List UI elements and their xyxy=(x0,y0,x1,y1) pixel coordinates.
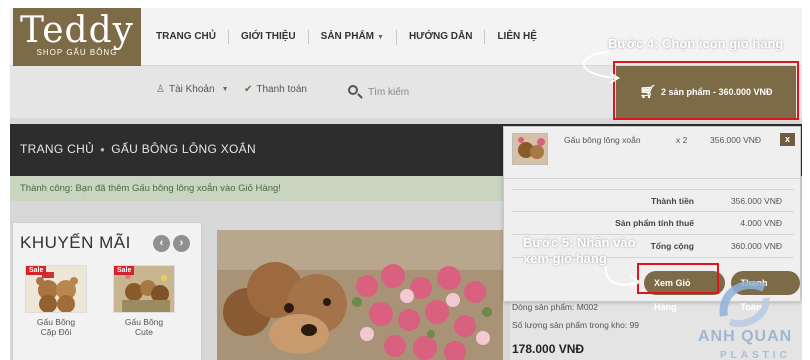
bullet-icon: ● xyxy=(100,144,106,154)
chevron-right-icon[interactable]: › xyxy=(173,235,190,252)
nav-home[interactable]: TRANG CHỦ xyxy=(144,30,229,44)
cart-item-name[interactable]: Gấu bông lông xoắn xyxy=(564,135,641,145)
annotation-step-4: Bước 4: Chọn icon giỏ hàng xyxy=(608,36,784,51)
breadcrumb-current: GẤU BÔNG LÔNG XOẮN xyxy=(111,142,256,156)
chevron-down-icon: ▼ xyxy=(221,86,229,93)
highlight-box-cart xyxy=(613,61,799,120)
main-nav: TRANG CHỦ GIỚI THIỆU SẢN PHẨM ▼ HƯỚNG DẪN… xyxy=(144,8,549,66)
close-icon[interactable]: x xyxy=(780,133,795,146)
nav-guide[interactable]: HƯỚNG DẪN xyxy=(397,30,486,44)
account-label: Tài Khoản xyxy=(168,84,215,95)
totals-label: Tổng cộng xyxy=(650,241,694,251)
account-link[interactable]: ♙ Tài Khoản ▼ xyxy=(156,84,229,95)
annotation-arrow-icon xyxy=(582,51,620,84)
cart-item-qty: x 2 xyxy=(676,135,688,145)
totals-row: Thành tiền 356.000 VNĐ xyxy=(512,189,794,212)
logo-word: Teddy xyxy=(20,10,134,51)
product-line: Dòng sản phẩm: M002 xyxy=(512,302,598,312)
totals-value: 4.000 VNĐ xyxy=(740,218,782,228)
search-box xyxy=(346,78,586,106)
checkout-link[interactable]: ✔ Thanh toán xyxy=(244,84,307,95)
teddy-with-roses-image xyxy=(217,230,503,360)
watermark-sub: PLASTIC xyxy=(720,350,791,360)
totals-value: 360.000 VNĐ xyxy=(730,241,782,251)
promo-item-image[interactable]: Sale xyxy=(113,265,175,313)
nav-guide-label: HƯỚNG DẪN xyxy=(408,31,473,42)
promo-arrows: ‹ › xyxy=(153,235,190,252)
cart-line-item: Gấu bông lông xoắn x 2 356.000 VNĐ x xyxy=(504,127,800,179)
teddy-thumbnail-image xyxy=(513,134,547,164)
promo-title: KHUYẾN MÃI xyxy=(20,233,131,252)
nav-home-label: TRANG CHỦ xyxy=(156,31,216,42)
breadcrumb-home[interactable]: TRANG CHỦ xyxy=(20,142,94,156)
totals-label: Thành tiền xyxy=(651,196,694,206)
annotation-arrow-icon xyxy=(604,265,641,288)
promo-item[interactable]: Sale Gấu Bông Cute xyxy=(113,265,175,355)
promo-item-image[interactable]: Sale xyxy=(25,265,87,313)
cart-item-price: 356.000 VNĐ xyxy=(710,135,762,145)
check-icon: ✔ xyxy=(244,84,253,95)
breadcrumb: TRANG CHỦ ● GẤU BÔNG LÔNG XOẮN xyxy=(20,142,256,156)
user-icon: ♙ xyxy=(156,84,165,95)
sale-badge: Sale xyxy=(26,266,47,275)
product-price: 178.000 VNĐ xyxy=(512,342,585,356)
product-stock: Số lượng sản phẩm trong kho: 99 xyxy=(512,320,640,330)
totals-label: Sản phẩm tính thuế xyxy=(615,218,694,228)
chevron-down-icon: ▼ xyxy=(377,33,384,41)
search-icon[interactable] xyxy=(346,83,364,101)
chevron-left-icon[interactable]: ‹ xyxy=(153,235,170,252)
watermark-name: ANH QUAN xyxy=(698,328,793,345)
totals-row: Sản phẩm tính thuế 4.000 VNĐ xyxy=(512,212,794,235)
promo-item[interactable]: Sale Gấu Bông Cặp Đôi xyxy=(25,265,87,355)
watermark: ANH QUAN PLASTIC xyxy=(690,274,802,360)
checkout-label: Thanh toán xyxy=(256,84,307,95)
nav-products[interactable]: SẢN PHẨM ▼ xyxy=(309,29,397,45)
nav-products-label: SẢN PHẨM xyxy=(320,30,374,42)
promo-item-name: Gấu Bông Cặp Đôi xyxy=(36,317,76,337)
nav-about[interactable]: GIỚI THIỆU xyxy=(229,30,309,44)
site-logo[interactable]: Teddy SHOP GẤU BÔNG xyxy=(13,8,141,66)
promo-panel: KHUYẾN MÃI ‹ › Sale Gấu Bông Cặp Đôi Sal… xyxy=(12,222,202,360)
nav-contact[interactable]: LIÊN HỆ xyxy=(485,30,548,44)
nav-contact-label: LIÊN HỆ xyxy=(497,31,537,42)
search-input[interactable] xyxy=(368,82,568,102)
sale-badge: Sale xyxy=(114,266,135,275)
watermark-logo-icon xyxy=(719,280,770,327)
page: Teddy SHOP GẤU BÔNG TRANG CHỦ GIỚI THIỆU… xyxy=(10,8,802,360)
cart-item-thumbnail[interactable] xyxy=(512,133,548,165)
promo-item-name: Gấu Bông Cute xyxy=(124,317,164,337)
totals-value: 356.000 VNĐ xyxy=(730,196,782,206)
nav-about-label: GIỚI THIỆU xyxy=(241,31,296,42)
product-image[interactable] xyxy=(217,230,503,360)
